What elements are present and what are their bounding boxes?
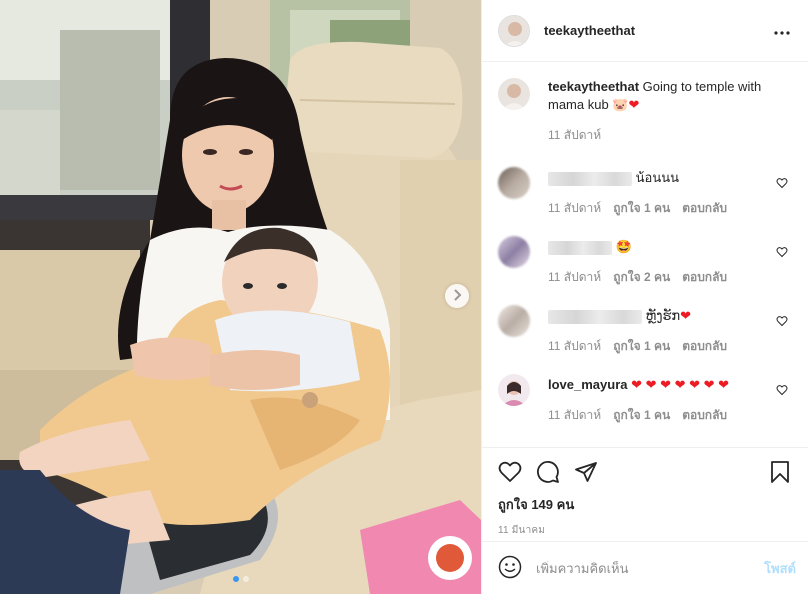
comment-likes[interactable]: ถูกใจ 1 คน <box>613 337 670 356</box>
action-icons <box>498 458 792 486</box>
post-comment-button[interactable]: โพสต์ <box>764 558 796 579</box>
comment-likes[interactable]: ถูกใจ 2 คน <box>613 268 670 287</box>
next-image-button[interactable] <box>445 284 469 308</box>
comment-like-icon[interactable] <box>776 177 788 192</box>
add-comment-bar: โพสต์ <box>482 541 808 594</box>
comment-body: ❤ ❤ ❤ ❤ ❤ ❤ ❤ <box>631 377 730 392</box>
chevron-right-icon <box>452 288 462 304</box>
post-photo[interactable] <box>0 0 481 594</box>
more-options-icon <box>774 23 790 38</box>
caption-time[interactable]: 11 สัปดาห์ <box>548 126 601 145</box>
reply-button[interactable]: ตอบกลับ <box>682 406 727 425</box>
avatar[interactable] <box>498 167 530 199</box>
comment-time[interactable]: 11 สัปดาห์ <box>548 199 601 218</box>
comment-time[interactable]: 11 สัปดาห์ <box>548 406 601 425</box>
header-username[interactable]: teekaytheethat <box>544 23 770 38</box>
comment-likes[interactable]: ถูกใจ 1 คน <box>613 199 670 218</box>
share-icon[interactable] <box>574 460 598 484</box>
post-header: teekaytheethat <box>482 0 808 62</box>
heart-emoji: ❤ <box>680 308 692 323</box>
more-options-button[interactable] <box>770 19 794 43</box>
post-side-panel: teekaytheethat teekaytheethat Going to t… <box>481 0 808 594</box>
comment-icon[interactable] <box>536 460 560 484</box>
avatar[interactable] <box>498 305 530 337</box>
comment-text: น้อนนน <box>548 169 766 187</box>
post-modal: teekaytheethat teekaytheethat Going to t… <box>0 0 808 594</box>
likes-count[interactable]: ถูกใจ 149 คน <box>498 494 792 515</box>
comment-like-icon[interactable] <box>776 384 788 399</box>
comment-meta: 11 สัปดาห์ ถูกใจ 1 คน ตอบกลับ <box>548 199 766 218</box>
reply-button[interactable]: ตอบกลับ <box>682 268 727 287</box>
photo-mother-and-baby-in-car <box>0 0 481 594</box>
comment-body: น้อนนน <box>635 170 679 185</box>
avatar[interactable] <box>498 78 530 110</box>
caption-text: teekaytheethat Going to temple with mama… <box>548 78 766 114</box>
redacted-username <box>548 171 632 186</box>
comment-item: 🤩 11 สัปดาห์ ถูกใจ 2 คน ตอบกลับ <box>498 236 792 287</box>
caption: teekaytheethat Going to temple with mama… <box>498 78 792 145</box>
comment-likes[interactable]: ถูกใจ 1 คน <box>613 406 670 425</box>
comment-item: น้อนนน 11 สัปดาห์ ถูกใจ 1 คน ตอบกลับ <box>498 167 792 218</box>
comment-text: 🤩 <box>548 238 766 256</box>
comment-body: ຫຼັງຮັກ <box>645 308 681 323</box>
heart-emoji: ❤ <box>628 97 640 112</box>
comment-time[interactable]: 11 สัปดาห์ <box>548 268 601 287</box>
emoji-icon[interactable] <box>498 555 522 582</box>
comment-text: love_mayura ❤ ❤ ❤ ❤ ❤ ❤ ❤ <box>548 376 766 394</box>
comment-body: 🤩 <box>615 239 632 254</box>
comment-input[interactable] <box>536 560 765 576</box>
reply-button[interactable]: ตอบกลับ <box>682 199 727 218</box>
bookmark-icon[interactable] <box>768 460 792 484</box>
post-date[interactable]: 11 มีนาคม <box>498 523 792 538</box>
comment-item: love_mayura ❤ ❤ ❤ ❤ ❤ ❤ ❤ 11 สัปดาห์ ถูก… <box>498 374 792 425</box>
comment-time[interactable]: 11 สัปดาห์ <box>548 337 601 356</box>
caption-username[interactable]: teekaytheethat <box>548 79 639 94</box>
comment-meta: 11 สัปดาห์ ถูกใจ 1 คน ตอบกลับ <box>548 406 766 425</box>
comment-meta: 11 สัปดาห์ ถูกใจ 1 คน ตอบกลับ <box>548 337 766 356</box>
pig-emoji: 🐷 <box>612 97 629 112</box>
reply-button[interactable]: ตอบกลับ <box>682 337 727 356</box>
avatar[interactable] <box>498 236 530 268</box>
caption-meta: 11 สัปดาห์ <box>548 126 766 145</box>
comment-like-icon[interactable] <box>776 315 788 330</box>
avatar[interactable] <box>498 374 530 406</box>
redacted-username <box>548 240 612 255</box>
heart-icon[interactable] <box>498 460 522 484</box>
comments-list[interactable]: teekaytheethat Going to temple with mama… <box>482 62 808 447</box>
comment-meta: 11 สัปดาห์ ถูกใจ 2 คน ตอบกลับ <box>548 268 766 287</box>
redacted-username <box>548 309 642 324</box>
carousel-dot-1 <box>232 576 239 582</box>
avatar[interactable] <box>498 14 530 47</box>
comment-text: ຫຼັງຮັກ❤ <box>548 307 766 325</box>
comment-item: ຫຼັງຮັກ❤ 11 สัปดาห์ ถูกใจ 1 คน ตอบกลับ <box>498 305 792 356</box>
carousel-dot-2 <box>242 576 249 582</box>
carousel-indicator <box>0 576 481 582</box>
comment-like-icon[interactable] <box>776 246 788 261</box>
comment-username[interactable]: love_mayura <box>548 377 628 392</box>
